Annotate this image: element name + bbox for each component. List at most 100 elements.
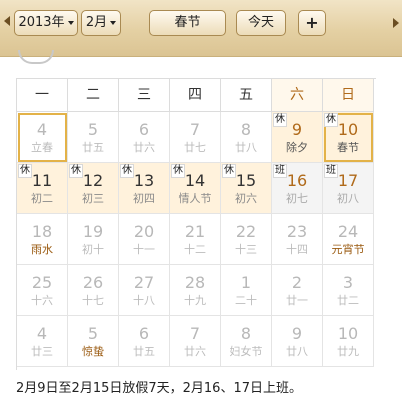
day-number: 8 [240,120,252,139]
day-cell[interactable]: 休 15 初六 [221,163,272,214]
rest-work-badge: 班 [324,164,338,178]
weekday-label: 二 [68,79,119,112]
lunar-label: 廿八 [235,141,257,154]
lunar-label: 情人节 [178,192,212,205]
day-cell[interactable]: 8 廿八 [221,112,272,163]
day-number: 27 [133,273,155,292]
lunar-label: 妇女节 [229,345,263,358]
day-cell[interactable]: 4 廿三 [17,316,68,367]
day-cell[interactable]: 5 惊蛰 [68,316,119,367]
rest-work-badge: 休 [120,164,134,178]
day-cell[interactable]: 7 廿七 [170,112,221,163]
day-cell[interactable]: 班 17 初八 [323,163,374,214]
day-cell[interactable]: 班 16 初七 [272,163,323,214]
day-cell[interactable]: 休 12 初三 [68,163,119,214]
month-label: 2月 [85,15,108,30]
lunar-label: 十四 [286,243,308,256]
day-number: 5 [87,120,99,139]
festival-button[interactable]: 春节 [149,10,226,36]
day-cell[interactable]: 7 廿六 [170,316,221,367]
lunar-label: 廿二 [337,294,359,307]
lunar-label: 惊蛰 [82,345,104,358]
day-cell[interactable]: 休 9 除夕 [272,112,323,163]
day-cell[interactable]: 休 11 初二 [17,163,68,214]
week-row: 4 立春 5 廿五 6 廿六 7 廿七 8 廿八 休 9 除夕休 10 春节 [17,112,376,163]
day-number: 19 [82,222,104,241]
weekday-label: 四 [170,79,221,112]
month-select[interactable]: 2月 [81,10,121,36]
today-button[interactable]: 今天 [236,10,286,36]
weekday-header: 一 二 三 四 五 六 日 [17,79,376,112]
day-number: 5 [87,324,99,343]
day-cell[interactable]: 6 廿六 [119,112,170,163]
day-number: 25 [31,273,53,292]
rest-work-badge: 班 [273,164,287,178]
day-number: 6 [138,120,150,139]
day-cell[interactable]: 21 十二 [170,214,221,265]
day-number: 7 [189,324,201,343]
day-cell[interactable]: 3 廿二 [323,265,374,316]
day-number: 6 [138,324,150,343]
lunar-label: 初七 [286,192,308,205]
day-cell[interactable]: 1 二十 [221,265,272,316]
plus-icon: + [305,13,319,32]
lunar-label: 立春 [31,141,53,154]
day-cell[interactable]: 休 13 初四 [119,163,170,214]
day-number: 21 [184,222,206,241]
day-cell[interactable]: 22 十三 [221,214,272,265]
weekday-label: 五 [221,79,272,112]
year-label: 2013年 [18,15,65,30]
lunar-label: 十七 [82,294,104,307]
day-cell[interactable]: 27 十八 [119,265,170,316]
arrow-right-icon[interactable] [393,18,399,28]
month-grid: 一 二 三 四 五 六 日 4 立春 5 廿五 6 廿六 7 廿七 8 廿八休 9 除夕休 10 春节休 1… [16,78,376,370]
day-number: 22 [235,222,257,241]
day-number: 10 [337,324,359,343]
day-cell[interactable]: 2 廿一 [272,265,323,316]
day-cell[interactable]: 23 十四 [272,214,323,265]
day-cell[interactable]: 25 十六 [17,265,68,316]
day-cell[interactable]: 24 元宵节 [323,214,374,265]
day-number: 9 [291,324,303,343]
day-cell[interactable]: 19 初十 [68,214,119,265]
lunar-label: 除夕 [286,141,308,154]
day-cell[interactable]: 20 十一 [119,214,170,265]
lunar-label: 初二 [31,192,53,205]
day-cell[interactable]: 4 立春 [17,112,68,163]
lunar-label: 雨水 [31,243,53,256]
day-cell[interactable]: 6 廿五 [119,316,170,367]
day-number: 3 [342,273,354,292]
day-cell[interactable]: 8 妇女节 [221,316,272,367]
weekday-label: 六 [272,79,323,112]
chevron-down-icon [110,20,117,25]
day-cell[interactable]: 28 十九 [170,265,221,316]
rest-work-badge: 休 [171,164,185,178]
day-number: 24 [337,222,359,241]
day-cell[interactable]: 10 廿九 [323,316,374,367]
day-cell[interactable]: 26 十七 [68,265,119,316]
day-cell[interactable]: 休 10 春节 [323,112,374,163]
lunar-label: 廿九 [337,345,359,358]
weeks-container: 4 立春 5 廿五 6 廿六 7 廿七 8 廿八休 9 除夕休 10 春节休 11 初二休 12 初三休 13 初四休… [17,112,376,367]
arrow-left-icon[interactable] [4,16,10,26]
week-row: 休 11 初二休 12 初三休 13 初四休 14 情人节休 15 初六班 16 初七班 17 初八 [17,163,376,214]
day-cell[interactable]: 休 14 情人节 [170,163,221,214]
year-select[interactable]: 2013年 [14,10,78,36]
day-number: 20 [133,222,155,241]
weekday-label: 日 [323,79,374,112]
day-number: 1 [240,273,252,292]
lunar-label: 廿五 [82,141,104,154]
lunar-label: 十一 [133,243,155,256]
lunar-label: 初十 [82,243,104,256]
day-cell[interactable]: 9 廿八 [272,316,323,367]
day-cell[interactable]: 5 廿五 [68,112,119,163]
rest-work-badge: 休 [222,164,236,178]
day-number: 18 [31,222,53,241]
day-number: 4 [36,324,48,343]
holiday-note: 2月9日至2月15日放假7天，2月16、17日上班。 [16,381,302,396]
day-cell[interactable]: 18 雨水 [17,214,68,265]
week-row: 25 十六 26 十七 27 十八 28 十九 1 二十 2 廿一 3 廿二 [17,265,376,316]
weekday-label: 一 [17,79,68,112]
add-button[interactable]: + [298,10,326,36]
rest-work-badge: 休 [18,164,32,178]
